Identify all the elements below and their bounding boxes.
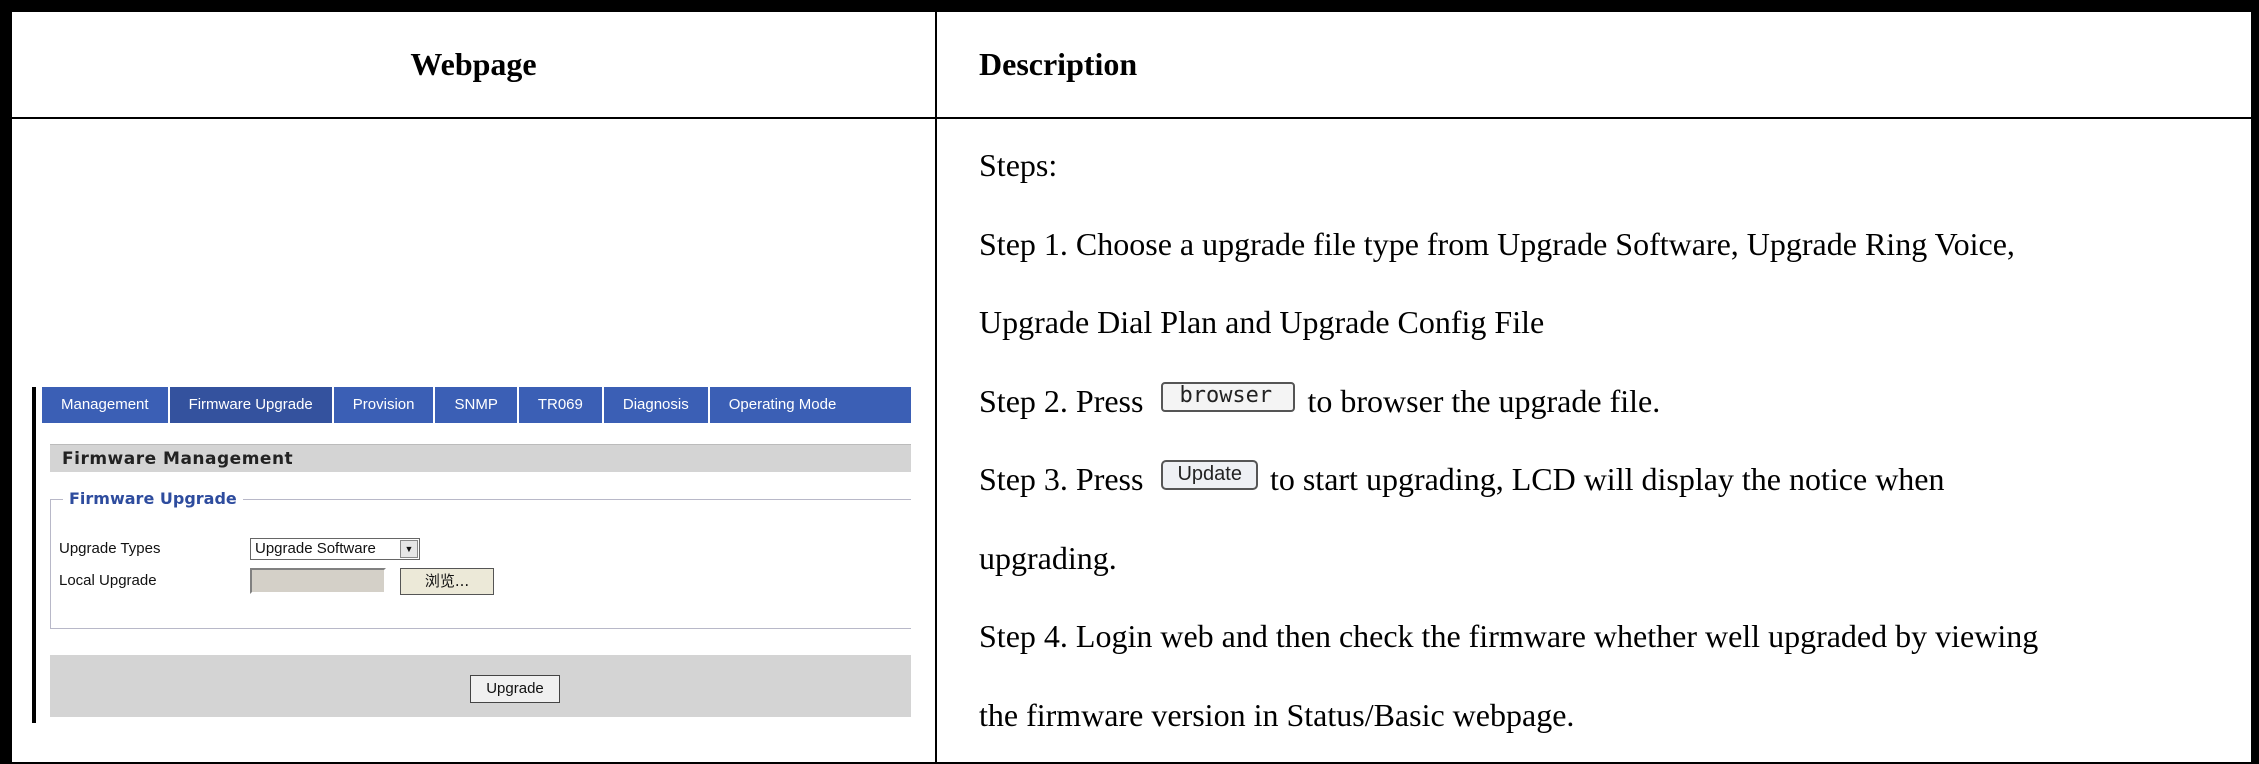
upgrade-types-label: Upgrade Types xyxy=(59,540,161,557)
step3-after: to start upgrading, LCD will display the… xyxy=(1269,460,1945,497)
description-cell: Steps: Step 1. Choose a upgrade file typ… xyxy=(935,117,2256,764)
step2-before: Step 2. Press xyxy=(979,382,1144,419)
update-button-image: Update xyxy=(1161,460,1258,491)
step3-before: Step 3. Press xyxy=(979,460,1144,497)
local-upgrade-file-input[interactable] xyxy=(250,568,386,594)
upgrade-button[interactable]: Upgrade xyxy=(470,675,560,703)
header-row: Webpage Description xyxy=(5,5,2256,119)
step2-line: Step 2. Press browser to browser the upgra… xyxy=(979,358,2231,444)
step4-line1: Step 4. Login web and then check the fir… xyxy=(979,617,2039,654)
document-table: Webpage Description Management Firmware … xyxy=(0,0,2259,764)
tab-operating-mode[interactable]: Operating Mode xyxy=(710,387,856,423)
content-row: Management Firmware Upgrade Provision SN… xyxy=(5,117,2256,764)
browser-button-image: browser xyxy=(1161,382,1296,413)
firmware-screenshot: Management Firmware Upgrade Provision SN… xyxy=(32,387,912,723)
step4-line2: the firmware version in Status/Basic web… xyxy=(979,696,1575,733)
section-title: Firmware Management xyxy=(50,444,911,472)
tab-snmp[interactable]: SNMP xyxy=(435,387,519,423)
step2-after: to browser the upgrade file. xyxy=(1307,382,1661,419)
upgrade-types-value: Upgrade Software xyxy=(255,540,376,557)
tab-tr069[interactable]: TR069 xyxy=(519,387,604,423)
step1-line2: Upgrade Dial Plan and Upgrade Config Fil… xyxy=(979,303,1545,340)
webpage-cell: Management Firmware Upgrade Provision SN… xyxy=(5,117,937,764)
upgrade-types-select[interactable]: Upgrade Software ▼ xyxy=(250,538,420,560)
tab-firmware-upgrade[interactable]: Firmware Upgrade xyxy=(169,387,334,423)
header-webpage: Webpage xyxy=(5,5,937,119)
tab-provision[interactable]: Provision xyxy=(334,387,436,423)
tab-bar: Management Firmware Upgrade Provision SN… xyxy=(42,387,911,423)
step3-line: Step 3. Press Update to start upgrading, L… xyxy=(979,444,2231,515)
local-upgrade-label: Local Upgrade xyxy=(59,572,157,589)
browse-button[interactable]: 浏览... xyxy=(400,568,494,595)
firmware-upgrade-fieldset: Firmware Upgrade Upgrade Types Upgrade S… xyxy=(50,489,911,629)
steps-heading: Steps: xyxy=(979,146,1058,183)
chevron-down-icon[interactable]: ▼ xyxy=(400,540,418,558)
step1-line1: Step 1. Choose a upgrade file type from … xyxy=(979,225,2015,262)
tab-management[interactable]: Management xyxy=(42,387,170,423)
fieldset-legend: Firmware Upgrade xyxy=(63,489,243,508)
step3-line2: upgrading. xyxy=(979,539,1117,576)
header-description: Description xyxy=(935,5,2256,119)
tab-diagnosis[interactable]: Diagnosis xyxy=(604,387,710,423)
action-bar: Upgrade xyxy=(50,655,911,717)
